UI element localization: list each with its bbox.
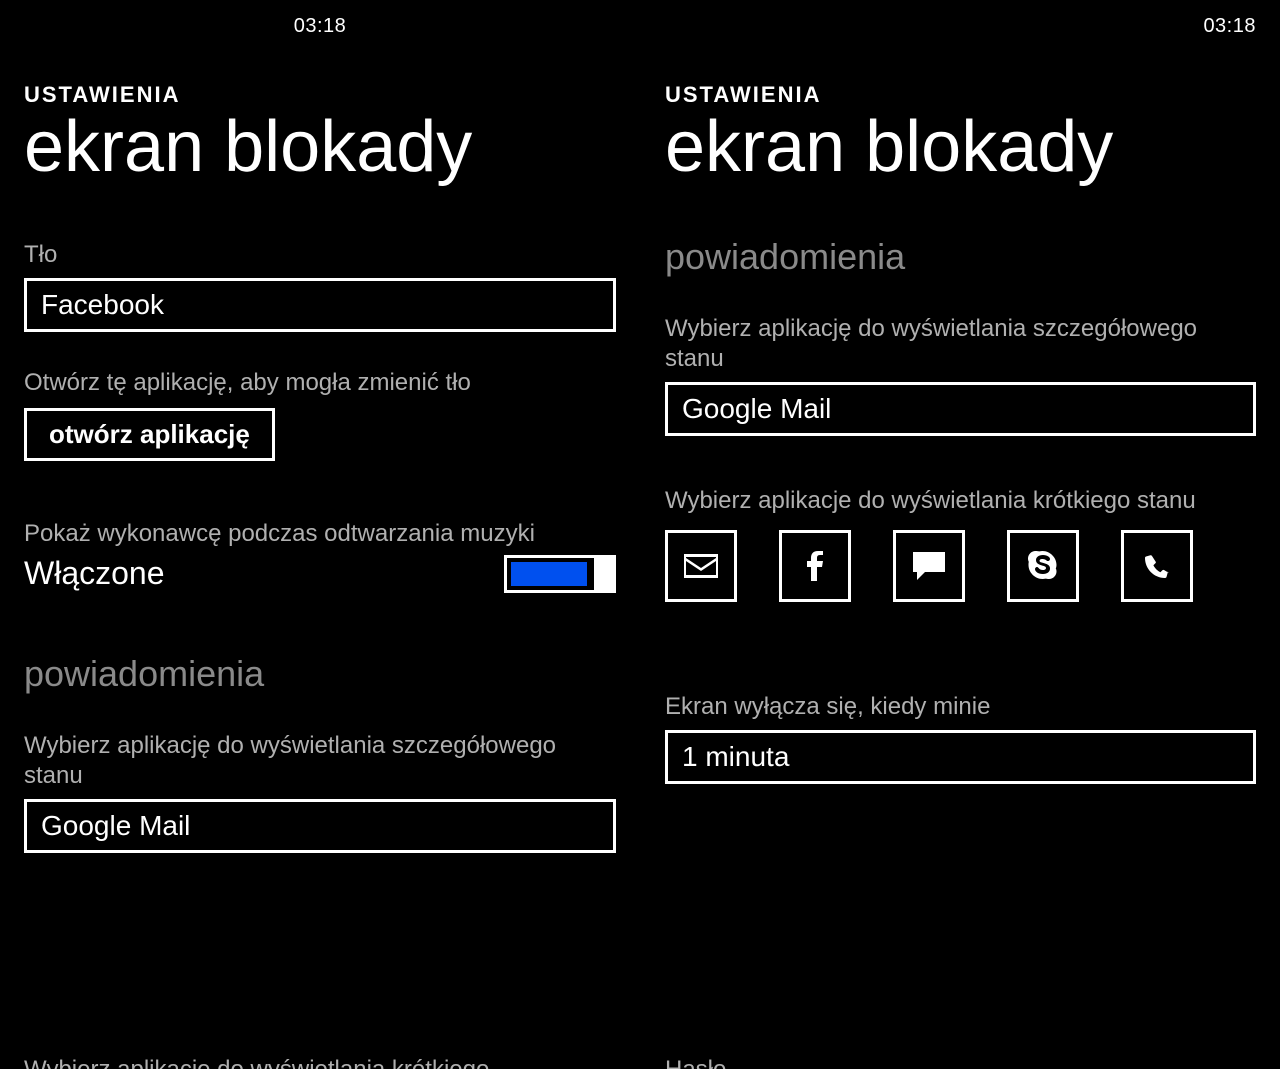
cutoff-text-left: Wybierz aplikacje do wyświetlania krótki… [24,1055,616,1069]
notifications-heading: powiadomienia [24,653,616,695]
facebook-icon [807,551,823,581]
status-bar: 03:18 [665,0,1256,38]
artist-toggle-row: Włączone [24,555,616,593]
background-label: Tło [24,240,616,270]
artist-toggle-value: Włączone [24,555,165,592]
quick-status-row [665,530,1256,602]
open-app-hint: Otwórz tę aplikację, aby mogła zmienić t… [24,368,616,398]
detailed-status-label: Wybierz aplikację do wyświetlania szczeg… [24,731,616,791]
page-title: ekran blokady [665,110,1256,186]
detailed-status-label: Wybierz aplikację do wyświetlania szczeg… [665,314,1256,374]
quick-status-label: Wybierz aplikacje do wyświetlania krótki… [665,486,1256,516]
quick-slot-mail[interactable] [665,530,737,602]
quick-slot-phone[interactable] [1121,530,1193,602]
artist-toggle-label: Pokaż wykonawcę podczas odtwarzania muzy… [24,519,616,549]
phone-icon [1144,553,1170,579]
detailed-status-select[interactable]: Google Mail [665,382,1256,436]
screen-timeout-label: Ekran wyłącza się, kiedy minie [665,692,1256,722]
open-app-button[interactable]: otwórz aplikację [24,408,275,461]
right-pane: 03:18 USTAWIENIA ekran blokady powiadomi… [640,0,1280,1069]
toggle-track [511,562,587,586]
skype-icon [1028,551,1058,581]
quick-slot-messaging[interactable] [893,530,965,602]
screen-timeout-select[interactable]: 1 minuta [665,730,1256,784]
page-title: ekran blokady [24,110,616,186]
status-clock: 03:18 [1203,15,1256,38]
breadcrumb: USTAWIENIA [24,82,616,108]
quick-slot-skype[interactable] [1007,530,1079,602]
cutoff-text-right: Hasło [665,1055,1256,1069]
notifications-heading: powiadomienia [665,236,1256,278]
artist-toggle[interactable] [504,555,616,593]
messaging-icon [913,552,945,580]
detailed-status-select[interactable]: Google Mail [24,799,616,853]
status-clock: 03:18 [294,15,347,38]
left-pane: 03:18 USTAWIENIA ekran blokady Tło Faceb… [0,0,640,1069]
background-select[interactable]: Facebook [24,278,616,332]
toggle-thumb [594,555,616,593]
quick-slot-facebook[interactable] [779,530,851,602]
status-bar: 03:18 [24,0,616,38]
mail-icon [684,554,718,578]
breadcrumb: USTAWIENIA [665,82,1256,108]
